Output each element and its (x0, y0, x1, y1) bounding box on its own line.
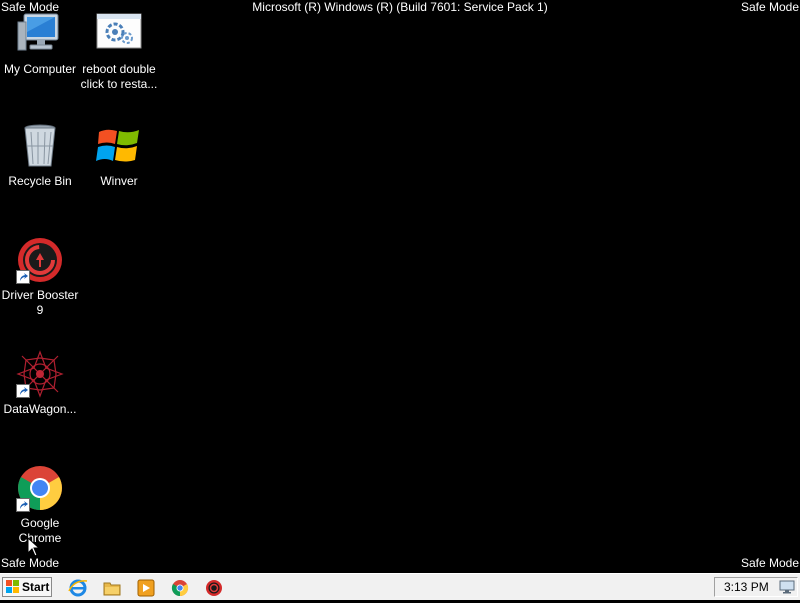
desktop-icon-my-computer[interactable]: My Computer (0, 10, 80, 77)
desktop-icon-driver-booster[interactable]: Driver Booster 9 (0, 236, 80, 318)
desktop-icon-label: reboot double click to resta... (80, 62, 158, 91)
desktop[interactable]: Safe Mode Microsoft (R) Windows (R) (Bui… (0, 0, 800, 573)
desktop-icon-label: Recycle Bin (8, 174, 72, 188)
clock[interactable]: 3:13 PM (724, 580, 769, 594)
shortcut-arrow-icon (16, 270, 30, 284)
driver-booster-icon[interactable] (204, 578, 224, 598)
safe-mode-label-bottom-right: Safe Mode (740, 556, 799, 570)
driver-booster-icon (16, 236, 64, 284)
notification-area: 3:13 PM (714, 577, 798, 597)
computer-icon (16, 10, 64, 58)
show-desktop-icon[interactable] (779, 580, 795, 594)
windows-logo-icon (95, 122, 143, 170)
desktop-icon-label: My Computer (3, 62, 77, 76)
desktop-icon-google-chrome[interactable]: Google Chrome (0, 464, 80, 546)
datawagon-icon (16, 350, 64, 398)
start-button-label: Start (22, 580, 50, 594)
desktop-icon-winver[interactable]: Winver (79, 122, 159, 189)
safe-mode-label-bottom-left: Safe Mode (1, 556, 60, 570)
start-button[interactable]: Start (2, 577, 52, 597)
internet-explorer-icon[interactable] (68, 578, 88, 598)
file-explorer-icon[interactable] (102, 578, 122, 598)
desktop-icon-datawagon[interactable]: DataWagon... (0, 350, 80, 417)
desktop-icon-label: Driver Booster 9 (1, 288, 79, 317)
taskbar: Start 3:13 PM (0, 573, 800, 600)
desktop-icon-recycle-bin[interactable]: Recycle Bin (0, 122, 80, 189)
script-file-icon (95, 10, 143, 58)
media-player-icon[interactable] (136, 578, 156, 598)
windows-logo-icon (6, 580, 19, 593)
safe-mode-label-top-right: Safe Mode (740, 0, 799, 14)
chrome-icon[interactable] (170, 578, 190, 598)
recycle-bin-icon (16, 122, 64, 170)
desktop-icon-label: Winver (100, 174, 138, 188)
shortcut-arrow-icon (16, 384, 30, 398)
shortcut-arrow-icon (16, 498, 30, 512)
mouse-cursor-icon (27, 537, 41, 557)
desktop-icon-label: DataWagon... (3, 402, 77, 416)
desktop-icon-reboot-script[interactable]: reboot double click to resta... (79, 10, 159, 92)
chrome-icon (16, 464, 64, 512)
